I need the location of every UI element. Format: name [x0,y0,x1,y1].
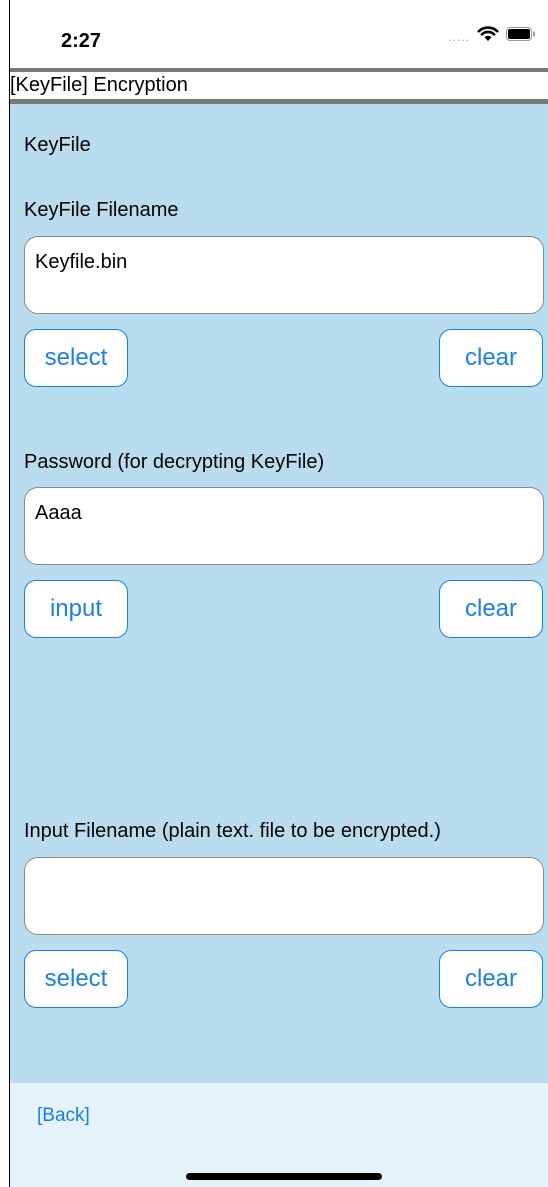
status-bar: 2:27 ..... [10,0,548,68]
back-link[interactable]: [Back] [37,1105,90,1127]
password-label: Password (for decrypting KeyFile) [24,451,325,473]
status-icons: ..... [448,26,536,47]
bottom-bar: [Back] [10,1083,548,1187]
password-clear-button[interactable]: clear [439,580,543,638]
title-bar: [KeyFile] Encryption [10,68,548,104]
home-indicator[interactable] [186,1173,382,1180]
wifi-icon [477,26,499,47]
cellular-signal-icon: ..... [448,29,470,44]
password-value: Aaaa [35,502,82,524]
page-title: [KeyFile] Encryption [10,74,188,96]
password-input-button[interactable]: input [24,580,128,638]
keyfile-filename-field[interactable]: Keyfile.bin [24,236,544,314]
main-content[interactable]: KeyFile KeyFile Filename Keyfile.bin sel… [10,104,548,1187]
input-select-button[interactable]: select [24,950,128,1008]
input-clear-button[interactable]: clear [439,950,543,1008]
keyfile-clear-button[interactable]: clear [439,329,543,387]
status-time: 2:27 [61,30,102,52]
section-title: KeyFile [24,134,91,156]
input-filename-label: Input Filename (plain text. file to be e… [24,820,441,842]
password-field[interactable]: Aaaa [24,487,544,565]
keyfile-filename-value: Keyfile.bin [35,251,128,273]
battery-icon [506,27,536,46]
keyfile-filename-label: KeyFile Filename [24,199,179,221]
input-filename-field[interactable] [24,857,544,935]
keyfile-select-button[interactable]: select [24,329,128,387]
